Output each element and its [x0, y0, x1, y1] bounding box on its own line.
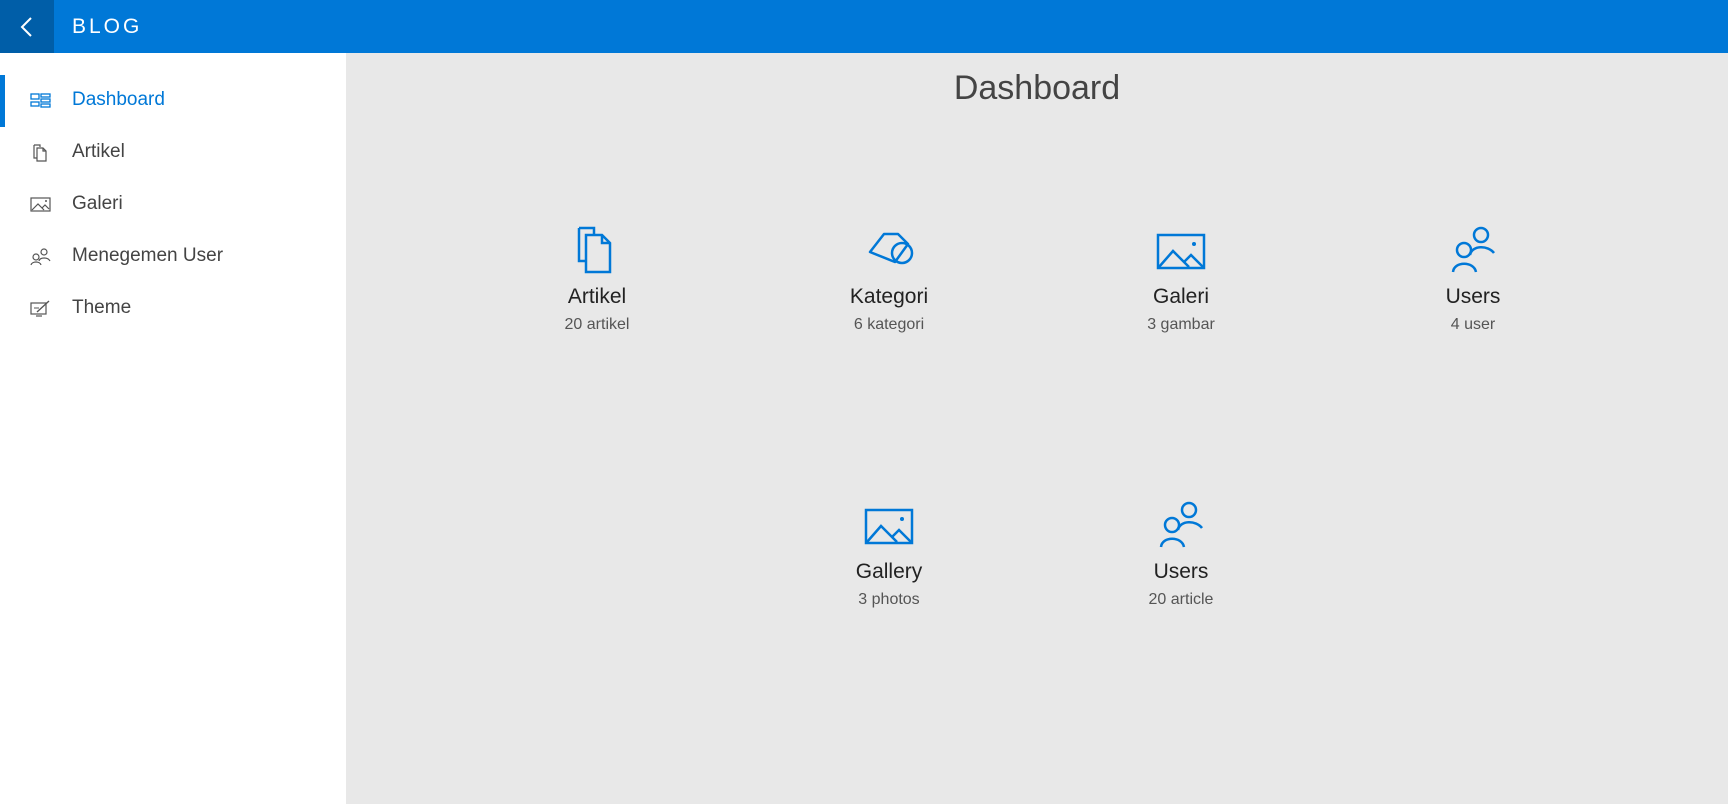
- tile-galeri[interactable]: Galeri 3 gambar: [1091, 225, 1271, 345]
- sidebar-item-dashboard[interactable]: Dashboard: [0, 75, 346, 127]
- sidebar-item-label: Artikel: [72, 141, 125, 162]
- tile-title: Kategori: [849, 285, 929, 308]
- documents-icon: [577, 226, 612, 274]
- tile-count: 20 article: [1148, 591, 1214, 608]
- tile-count: 4 user: [1450, 316, 1496, 333]
- image-icon: [1156, 233, 1206, 270]
- back-button[interactable]: [0, 0, 54, 53]
- users-icon: [30, 248, 51, 266]
- tile-title: Users: [1445, 285, 1501, 308]
- sidebar-item-label: Galeri: [72, 193, 123, 214]
- tile-count: 6 kategori: [853, 316, 925, 333]
- tile-count: 3 gambar: [1147, 316, 1215, 333]
- tile-users-2[interactable]: Users 20 article: [1091, 500, 1271, 620]
- chevron-left-icon: [20, 16, 32, 37]
- sidebar-item-menegemen-user[interactable]: Menegemen User: [0, 231, 346, 283]
- sidebar-item-label: Theme: [72, 297, 132, 318]
- sidebar-item-label: Menegemen User: [72, 245, 224, 266]
- tile-count: 3 photos: [858, 591, 920, 608]
- users-icon: [1451, 226, 1495, 273]
- main-content: Dashboard Artikel 20 artikel Kategori 6 …: [346, 53, 1728, 804]
- image-icon: [864, 508, 914, 545]
- sidebar: Dashboard Artikel Galeri Menegemen User: [0, 53, 346, 804]
- page-title: Dashboard: [953, 69, 1121, 107]
- tile-artikel[interactable]: Artikel 20 artikel: [507, 225, 687, 345]
- theme-icon: [30, 300, 50, 317]
- dashboard-icon: [30, 93, 51, 108]
- title-bar: BLOG: [0, 0, 1728, 53]
- tile-count: 20 artikel: [564, 316, 630, 333]
- tile-title: Users: [1153, 560, 1209, 583]
- sidebar-item-label: Dashboard: [72, 89, 165, 110]
- app-title: BLOG: [72, 15, 143, 38]
- sidebar-item-theme[interactable]: Theme: [0, 283, 346, 335]
- tile-users[interactable]: Users 4 user: [1383, 225, 1563, 345]
- tag-icon: [868, 232, 914, 265]
- tile-gallery[interactable]: Gallery 3 photos: [799, 500, 979, 620]
- active-indicator: [0, 75, 5, 127]
- tile-title: Galeri: [1152, 285, 1210, 308]
- documents-icon: [33, 144, 47, 162]
- tile-title: Artikel: [567, 285, 627, 308]
- image-icon: [30, 197, 51, 212]
- sidebar-item-galeri[interactable]: Galeri: [0, 179, 346, 231]
- sidebar-item-artikel[interactable]: Artikel: [0, 127, 346, 179]
- tile-kategori[interactable]: Kategori 6 kategori: [799, 225, 979, 345]
- users-icon: [1159, 501, 1203, 548]
- tile-title: Gallery: [855, 560, 923, 583]
